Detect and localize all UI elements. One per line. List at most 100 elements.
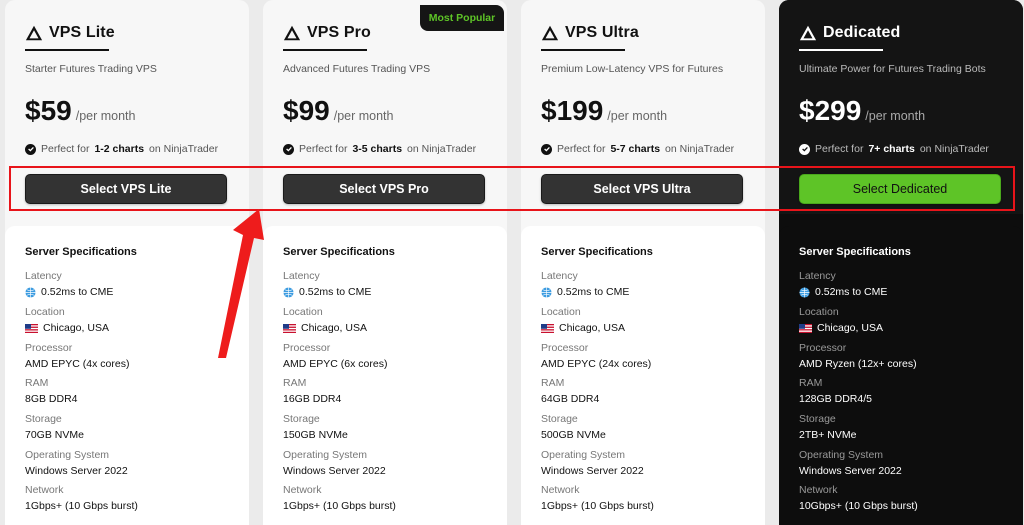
spec-value: 2TB+ NVMe [799, 429, 857, 441]
spec-value: 150GB NVMe [283, 429, 348, 441]
price-period: /per month [333, 109, 394, 123]
plan-card-dedicated: Dedicated Ultimate Power for Futures Tra… [779, 0, 1023, 525]
perfect-for-suffix: on NinjaTrader [919, 143, 989, 155]
spec-storage: Storage 500GB NVMe [541, 413, 606, 441]
perfect-for-charts: 1-2 charts [94, 143, 145, 155]
globe-icon [541, 286, 552, 298]
perfect-for-note: Perfect for 5-7 charts on NinjaTrader [541, 143, 734, 155]
spec-value: 70GB NVMe [25, 429, 84, 441]
us-flag-icon [25, 323, 38, 333]
plan-card-vps-pro: VPS Pro Advanced Futures Trading VPS $99… [263, 0, 507, 525]
specs-title: Server Specifications [283, 246, 395, 258]
specs-title: Server Specifications [799, 246, 911, 258]
spec-label: Operating System [541, 449, 626, 461]
spec-os: Operating System Windows Server 2022 [283, 449, 386, 477]
check-badge-icon [541, 143, 552, 155]
most-popular-badge: Most Popular [420, 5, 504, 31]
perfect-for-note: Perfect for 7+ charts on NinjaTrader [799, 143, 989, 155]
spec-value: AMD Ryzen (12x+ cores) [799, 358, 917, 370]
perfect-for-note: Perfect for 1-2 charts on NinjaTrader [25, 143, 218, 155]
spec-network: Network 1Gbps+ (10 Gbps burst) [25, 484, 138, 512]
spec-value: AMD EPYC (6x cores) [283, 358, 388, 370]
perfect-for-charts: 5-7 charts [610, 143, 661, 155]
price-period: /per month [75, 109, 136, 123]
spec-location: Location Chicago, USA [799, 306, 883, 334]
spec-ram: RAM 8GB DDR4 [25, 377, 78, 405]
us-flag-icon [283, 323, 296, 333]
perfect-for-charts: 3-5 charts [352, 143, 403, 155]
plan-description: Starter Futures Trading VPS [25, 63, 157, 75]
perfect-for-suffix: on NinjaTrader [665, 143, 735, 155]
spec-value: 0.52ms to CME [557, 286, 630, 298]
title-underline [799, 49, 883, 51]
perfect-for-suffix: on NinjaTrader [149, 143, 219, 155]
spec-latency: Latency 0.52ms to CME [541, 270, 629, 298]
spec-network: Network 1Gbps+ (10 Gbps burst) [283, 484, 396, 512]
spec-processor: Processor AMD EPYC (24x cores) [541, 342, 651, 370]
triangle-logo-icon [25, 25, 43, 41]
spec-label: Latency [541, 270, 578, 282]
plan-name: VPS Pro [307, 24, 371, 41]
spec-latency: Latency 0.52ms to CME [283, 270, 371, 298]
spec-label: Storage [799, 413, 836, 425]
spec-value: 64GB DDR4 [541, 393, 600, 405]
check-badge-icon [25, 143, 36, 155]
spec-value: 0.52ms to CME [815, 286, 888, 298]
spec-label: Operating System [799, 449, 884, 461]
title-underline [541, 49, 625, 51]
spec-value: 128GB DDR4/5 [799, 393, 872, 405]
spec-processor: Processor AMD Ryzen (12x+ cores) [799, 342, 917, 370]
spec-value: 10Gbps+ (10 Gbps burst) [799, 500, 918, 512]
spec-label: RAM [799, 377, 823, 389]
spec-os: Operating System Windows Server 2022 [799, 449, 902, 477]
perfect-for-prefix: Perfect for [815, 143, 864, 155]
spec-label: Operating System [25, 449, 110, 461]
plan-title: VPS Ultra [541, 24, 639, 42]
price-period: /per month [865, 109, 926, 123]
us-flag-icon [799, 323, 812, 333]
spec-value: 16GB DDR4 [283, 393, 342, 405]
annotation-highlight-box [9, 166, 1015, 211]
perfect-for-charts: 7+ charts [868, 143, 915, 155]
price-row: $299 /per month [799, 95, 925, 127]
spec-value: 1Gbps+ (10 Gbps burst) [541, 500, 654, 512]
plan-price: $199 [541, 95, 604, 126]
plan-name: VPS Lite [49, 24, 115, 41]
globe-icon [799, 286, 810, 298]
spec-value: Windows Server 2022 [283, 465, 386, 477]
plan-title: VPS Pro [283, 24, 371, 42]
spec-label: Latency [25, 270, 62, 282]
spec-processor: Processor AMD EPYC (6x cores) [283, 342, 387, 370]
spec-value: Chicago, USA [43, 322, 109, 334]
spec-value: 1Gbps+ (10 Gbps burst) [283, 500, 396, 512]
specs-panel: Server Specifications Latency 0.52ms to … [5, 226, 249, 525]
spec-storage: Storage 2TB+ NVMe [799, 413, 856, 441]
perfect-for-suffix: on NinjaTrader [407, 143, 477, 155]
spec-value: 500GB NVMe [541, 429, 606, 441]
spec-location: Location Chicago, USA [25, 306, 109, 334]
spec-ram: RAM 64GB DDR4 [541, 377, 599, 405]
spec-network: Network 10Gbps+ (10 Gbps burst) [799, 484, 918, 512]
plan-title: VPS Lite [25, 24, 115, 42]
spec-value: 8GB DDR4 [25, 393, 78, 405]
spec-network: Network 1Gbps+ (10 Gbps burst) [541, 484, 654, 512]
spec-label: RAM [283, 377, 307, 389]
plan-name: Dedicated [823, 24, 901, 41]
us-flag-icon [541, 323, 554, 333]
spec-value: Windows Server 2022 [25, 465, 128, 477]
plan-title: Dedicated [799, 24, 900, 42]
perfect-for-prefix: Perfect for [299, 143, 348, 155]
plan-price: $59 [25, 95, 72, 126]
spec-label: Operating System [283, 449, 368, 461]
globe-icon [25, 286, 36, 298]
spec-value: AMD EPYC (24x cores) [541, 358, 652, 370]
specs-title: Server Specifications [25, 246, 137, 258]
plan-card-vps-lite: VPS Lite Starter Futures Trading VPS $59… [5, 0, 249, 525]
check-badge-icon [283, 143, 294, 155]
perfect-for-prefix: Perfect for [41, 143, 90, 155]
spec-latency: Latency 0.52ms to CME [25, 270, 113, 298]
plan-card-vps-ultra: VPS Ultra Premium Low-Latency VPS for Fu… [521, 0, 765, 525]
spec-label: Network [541, 484, 580, 496]
triangle-logo-icon [283, 25, 301, 41]
spec-label: RAM [541, 377, 565, 389]
